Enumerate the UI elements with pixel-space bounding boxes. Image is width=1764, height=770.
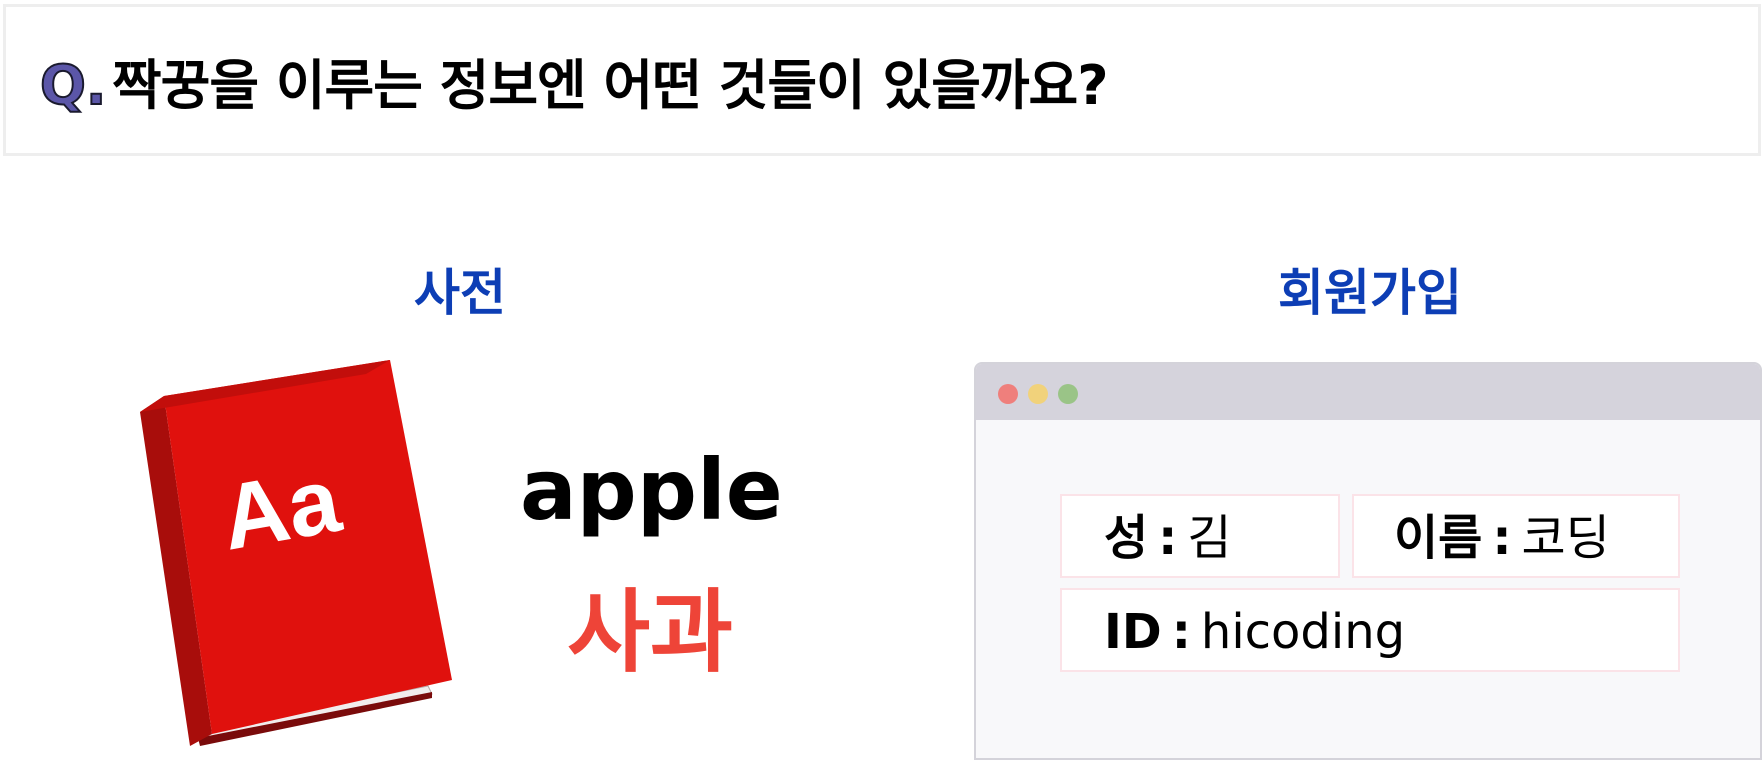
surname-separator: : bbox=[1158, 510, 1178, 566]
book-cover-label: Aa bbox=[214, 449, 348, 570]
id-separator: : bbox=[1171, 604, 1191, 660]
signup-title: 회원가입 bbox=[1278, 264, 1462, 322]
question-text: 짝꿍을 이루는 정보엔 어떤 것들이 있을까요? bbox=[112, 54, 1109, 117]
question-prefix: Q. bbox=[39, 53, 107, 118]
window-minimize-dot-icon[interactable] bbox=[1028, 384, 1048, 404]
browser-window: 성:김 이름: 코딩 ID: hicoding bbox=[974, 362, 1762, 760]
surname-value: 김 bbox=[1187, 510, 1232, 566]
dictionary-title: 사전 bbox=[414, 264, 506, 322]
question-banner: Q. 짝꿍을 이루는 정보엔 어떤 것들이 있을까요? bbox=[3, 4, 1761, 156]
dictionary-word-korean: 사과 bbox=[567, 580, 733, 685]
surname-field[interactable]: 성:김 bbox=[1060, 494, 1340, 578]
id-value: hicoding bbox=[1200, 604, 1406, 660]
window-maximize-dot-icon[interactable] bbox=[1058, 384, 1078, 404]
id-field[interactable]: ID: hicoding bbox=[1060, 588, 1680, 672]
given-name-label: 이름 bbox=[1394, 510, 1483, 566]
given-name-separator: : bbox=[1492, 510, 1512, 566]
browser-title-bar bbox=[976, 364, 1760, 420]
id-label: ID bbox=[1104, 604, 1162, 660]
surname-label: 성 bbox=[1104, 510, 1149, 566]
window-close-dot-icon[interactable] bbox=[998, 384, 1018, 404]
given-name-value: 코딩 bbox=[1521, 510, 1610, 566]
dictionary-book-icon: Aa bbox=[140, 360, 452, 746]
given-name-field[interactable]: 이름: 코딩 bbox=[1352, 494, 1680, 578]
dictionary-word-english: apple bbox=[520, 441, 783, 539]
